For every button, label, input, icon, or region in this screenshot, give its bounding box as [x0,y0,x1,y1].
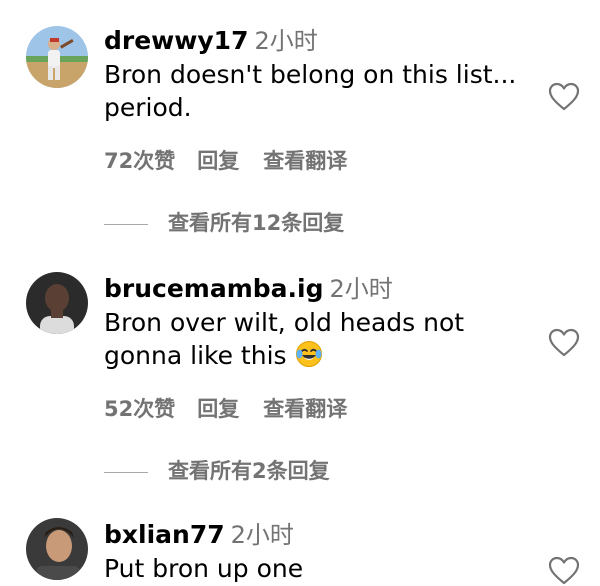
avatar-image [26,26,88,88]
comment-text: Bron over wilt, old heads not gonna like… [104,306,534,376]
translate-button[interactable]: 查看翻译 [263,397,347,421]
comment-actions: 52次赞 回复 查看翻译 [104,394,371,424]
heart-outline-icon[interactable] [548,556,580,586]
avatar[interactable] [26,272,88,334]
avatar[interactable] [26,518,88,580]
like-count[interactable]: 52次赞 [104,397,175,421]
comment-item: brucemamba.ig 2小时 Bron over wilt, old hea… [0,272,600,492]
comment-text: Bron doesn't belong on this list... peri… [104,58,534,124]
comment-text: Put bron up one [104,552,534,585]
avatar-image [26,518,88,580]
timestamp: 2小时 [254,27,318,55]
view-replies-button[interactable]: 查看所有12条回复 [104,208,344,238]
comment-text-line: Bron doesn't belong on this list... [104,60,517,89]
comment-text-line: gonna like this [104,341,287,370]
heart-outline-icon[interactable] [548,328,580,358]
heart-outline-icon[interactable] [548,82,580,112]
comment-header: bxlian77 2小时 [104,518,294,555]
divider-line [104,471,148,473]
avatar-image [26,272,88,334]
comment-text-line: Bron over wilt, old heads not [104,308,465,337]
comment-text-line: Put bron up one [104,554,304,583]
timestamp: 2小时 [329,275,393,303]
reply-button[interactable]: 回复 [197,149,239,173]
view-replies-label: 查看所有12条回复 [168,211,345,235]
username[interactable]: brucemamba.ig [104,274,324,303]
comment-header: drewwy17 2小时 [104,24,318,61]
comment-item: bxlian77 2小时 Put bron up one [0,518,600,586]
comment-text-line: period. [104,93,192,122]
comment-item: drewwy17 2小时 Bron doesn't belong on this … [0,24,600,244]
comment-feed: drewwy17 2小时 Bron doesn't belong on this … [0,0,600,586]
comment-actions: 72次赞 回复 查看翻译 [104,146,371,176]
username[interactable]: drewwy17 [104,26,248,55]
view-replies-label: 查看所有2条回复 [168,459,330,483]
face-with-tears-of-joy-icon [295,340,323,376]
like-count[interactable]: 72次赞 [104,149,175,173]
avatar[interactable] [26,26,88,88]
timestamp: 2小时 [230,521,294,549]
reply-button[interactable]: 回复 [197,397,239,421]
translate-button[interactable]: 查看翻译 [263,149,347,173]
divider-line [104,223,148,225]
comment-text-line-wrapper: gonna like this [104,339,534,376]
view-replies-button[interactable]: 查看所有2条回复 [104,456,330,486]
username[interactable]: bxlian77 [104,520,225,549]
comment-header: brucemamba.ig 2小时 [104,272,393,309]
